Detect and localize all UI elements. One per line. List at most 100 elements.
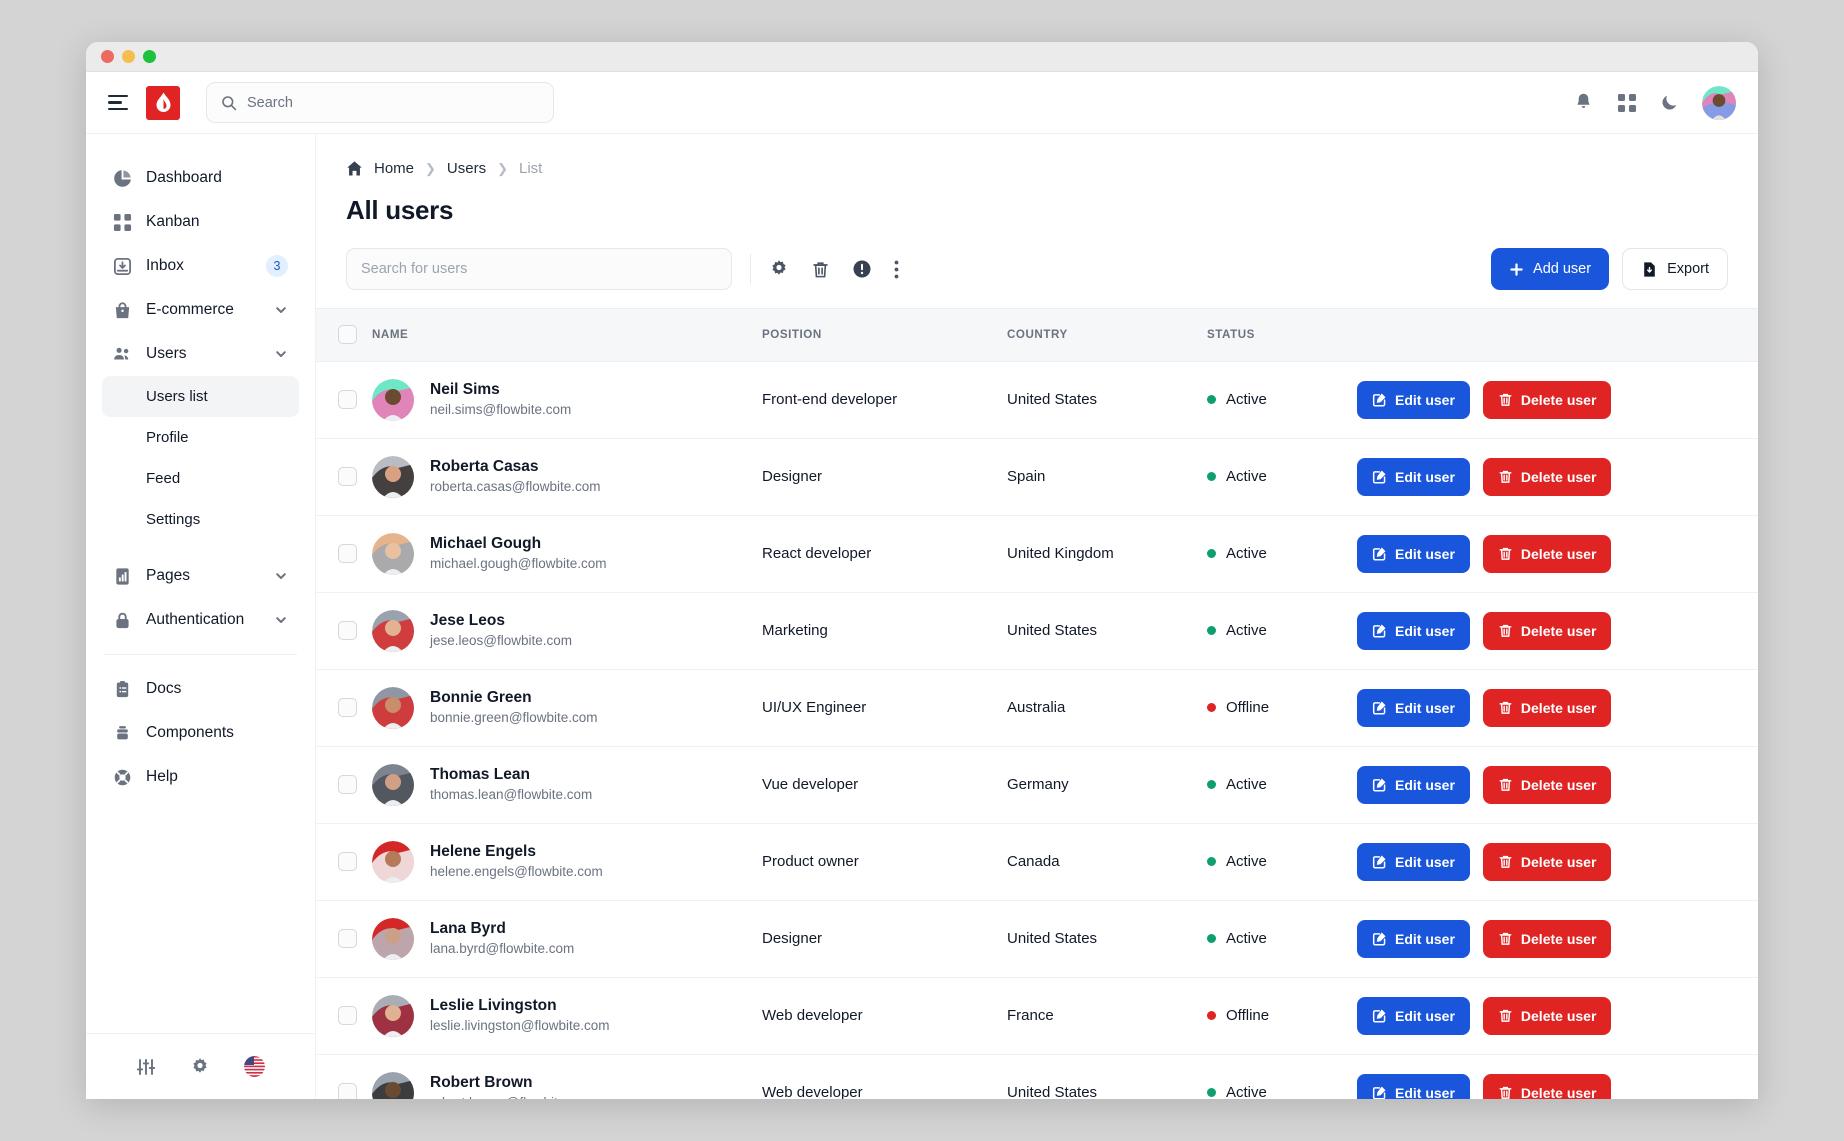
edit-user-button[interactable]: Edit user	[1357, 457, 1470, 496]
row-checkbox[interactable]	[338, 621, 357, 640]
edit-user-button[interactable]: Edit user	[1357, 380, 1470, 419]
row-checkbox[interactable]	[338, 1006, 357, 1025]
global-search-input[interactable]	[247, 94, 539, 111]
users-search-box[interactable]	[346, 248, 732, 290]
sidebar-item-ecommerce[interactable]: E-commerce	[102, 288, 299, 332]
sidebar-item-dashboard[interactable]: Dashboard	[102, 156, 299, 200]
breadcrumb-home[interactable]: Home	[374, 160, 414, 177]
toolbar-icon-group	[769, 259, 899, 279]
status-label: Offline	[1226, 1007, 1270, 1024]
table-row: Bonnie Green bonnie.green@flowbite.com U…	[316, 669, 1758, 747]
country-value: United States	[1007, 929, 1098, 947]
delete-user-button[interactable]: Delete user	[1482, 611, 1612, 650]
trash-delete-icon[interactable]	[811, 260, 830, 279]
export-button[interactable]: Export	[1622, 248, 1728, 290]
status-dot	[1207, 626, 1216, 635]
delete-user-button[interactable]: Delete user	[1482, 380, 1612, 419]
user-name: Jese Leos	[430, 611, 505, 629]
sidebar-item-docs[interactable]: Docs	[102, 667, 299, 711]
table-row: Michael Gough michael.gough@flowbite.com…	[316, 515, 1758, 593]
delete-user-button[interactable]: Delete user	[1482, 457, 1612, 496]
global-search-box[interactable]	[206, 82, 554, 123]
sidebar-item-kanban[interactable]: Kanban	[102, 200, 299, 244]
add-user-button[interactable]: Add user	[1491, 248, 1610, 290]
sidebar-item-components[interactable]: Components	[102, 711, 299, 755]
delete-user-label: Delete user	[1520, 1007, 1597, 1024]
bell-icon[interactable]	[1573, 92, 1594, 113]
sidebar-item-inbox[interactable]: Inbox 3	[102, 244, 299, 288]
user-avatar[interactable]	[1702, 85, 1736, 120]
minimize-window-button[interactable]	[122, 50, 135, 63]
sidebar-item-label: E-commerce	[146, 301, 234, 318]
flowbite-flame-logo[interactable]	[146, 85, 180, 120]
breadcrumb-separator: ❯	[425, 160, 436, 176]
delete-user-button[interactable]: Delete user	[1482, 688, 1612, 727]
us-flag-icon[interactable]	[244, 1056, 265, 1077]
hamburger-menu-icon[interactable]	[108, 91, 132, 115]
actions-cell: Edit user Delete user	[1357, 746, 1758, 824]
country-value: Canada	[1007, 852, 1060, 870]
gear-settings-icon[interactable]	[769, 259, 789, 279]
exclamation-circle-icon[interactable]	[852, 259, 872, 279]
gear-settings-icon[interactable]	[190, 1057, 210, 1077]
position-value: Web developer	[762, 1006, 863, 1024]
delete-user-button[interactable]: Delete user	[1482, 842, 1612, 881]
status-dot	[1207, 934, 1216, 943]
delete-user-button[interactable]: Delete user	[1482, 534, 1612, 573]
apps-grid-icon[interactable]	[1617, 93, 1637, 113]
column-header-position[interactable]: POSITION	[762, 309, 1007, 362]
status-badge: Active	[1207, 468, 1357, 485]
dots-vertical-menu-icon[interactable]	[894, 260, 899, 279]
country-cell: Spain	[1007, 438, 1207, 516]
edit-user-button[interactable]: Edit user	[1357, 765, 1470, 804]
delete-user-button[interactable]: Delete user	[1482, 1073, 1612, 1099]
delete-user-label: Delete user	[1520, 468, 1597, 485]
sidebar-subitem-settings[interactable]: Settings	[102, 499, 299, 540]
sidebar-subitem-feed[interactable]: Feed	[102, 458, 299, 499]
delete-user-button[interactable]: Delete user	[1482, 919, 1612, 958]
row-checkbox[interactable]	[338, 775, 357, 794]
delete-user-button[interactable]: Delete user	[1482, 765, 1612, 804]
sidebar-subitem-users-list[interactable]: Users list	[102, 376, 299, 417]
edit-user-label: Edit user	[1395, 545, 1455, 562]
country-value: United States	[1007, 1083, 1098, 1100]
edit-user-button[interactable]: Edit user	[1357, 842, 1470, 881]
row-checkbox[interactable]	[338, 1083, 357, 1099]
column-header-status[interactable]: STATUS	[1207, 309, 1357, 362]
user-cell: Roberta Casas roberta.casas@flowbite.com	[372, 438, 762, 516]
sidebar-item-authentication[interactable]: Authentication	[102, 598, 299, 642]
edit-user-button[interactable]: Edit user	[1357, 688, 1470, 727]
row-checkbox[interactable]	[338, 929, 357, 948]
home-icon[interactable]	[346, 160, 363, 177]
edit-user-button[interactable]: Edit user	[1357, 996, 1470, 1035]
position-cell: Designer	[762, 900, 1007, 978]
breadcrumb-users[interactable]: Users	[447, 160, 486, 177]
row-checkbox[interactable]	[338, 544, 357, 563]
sidebar-subitem-profile[interactable]: Profile	[102, 417, 299, 458]
adjustments-sliders-icon[interactable]	[136, 1057, 156, 1077]
edit-user-button[interactable]: Edit user	[1357, 534, 1470, 573]
select-all-checkbox[interactable]	[338, 325, 357, 345]
edit-user-button[interactable]: Edit user	[1357, 1073, 1470, 1099]
moon-dark-mode-icon[interactable]	[1660, 93, 1679, 112]
sidebar-item-pages[interactable]: Pages	[102, 554, 299, 598]
users-search-input[interactable]	[361, 261, 717, 277]
row-checkbox[interactable]	[338, 390, 357, 409]
edit-user-button[interactable]: Edit user	[1357, 919, 1470, 958]
table-header-row: NAME POSITION COUNTRY STATUS	[316, 309, 1758, 362]
pencil-square-icon	[1372, 777, 1387, 792]
sidebar-item-users[interactable]: Users	[102, 332, 299, 376]
row-checkbox[interactable]	[338, 852, 357, 871]
user-cell: Bonnie Green bonnie.green@flowbite.com	[372, 669, 762, 747]
delete-user-button[interactable]: Delete user	[1482, 996, 1612, 1035]
country-cell: Germany	[1007, 746, 1207, 824]
row-checkbox[interactable]	[338, 467, 357, 486]
maximize-window-button[interactable]	[143, 50, 156, 63]
row-checkbox[interactable]	[338, 698, 357, 717]
sidebar-item-help[interactable]: Help	[102, 755, 299, 799]
column-header-name[interactable]: NAME	[372, 309, 762, 362]
edit-user-button[interactable]: Edit user	[1357, 611, 1470, 650]
user-cell: Michael Gough michael.gough@flowbite.com	[372, 515, 762, 593]
column-header-country[interactable]: COUNTRY	[1007, 309, 1207, 362]
close-window-button[interactable]	[101, 50, 114, 63]
